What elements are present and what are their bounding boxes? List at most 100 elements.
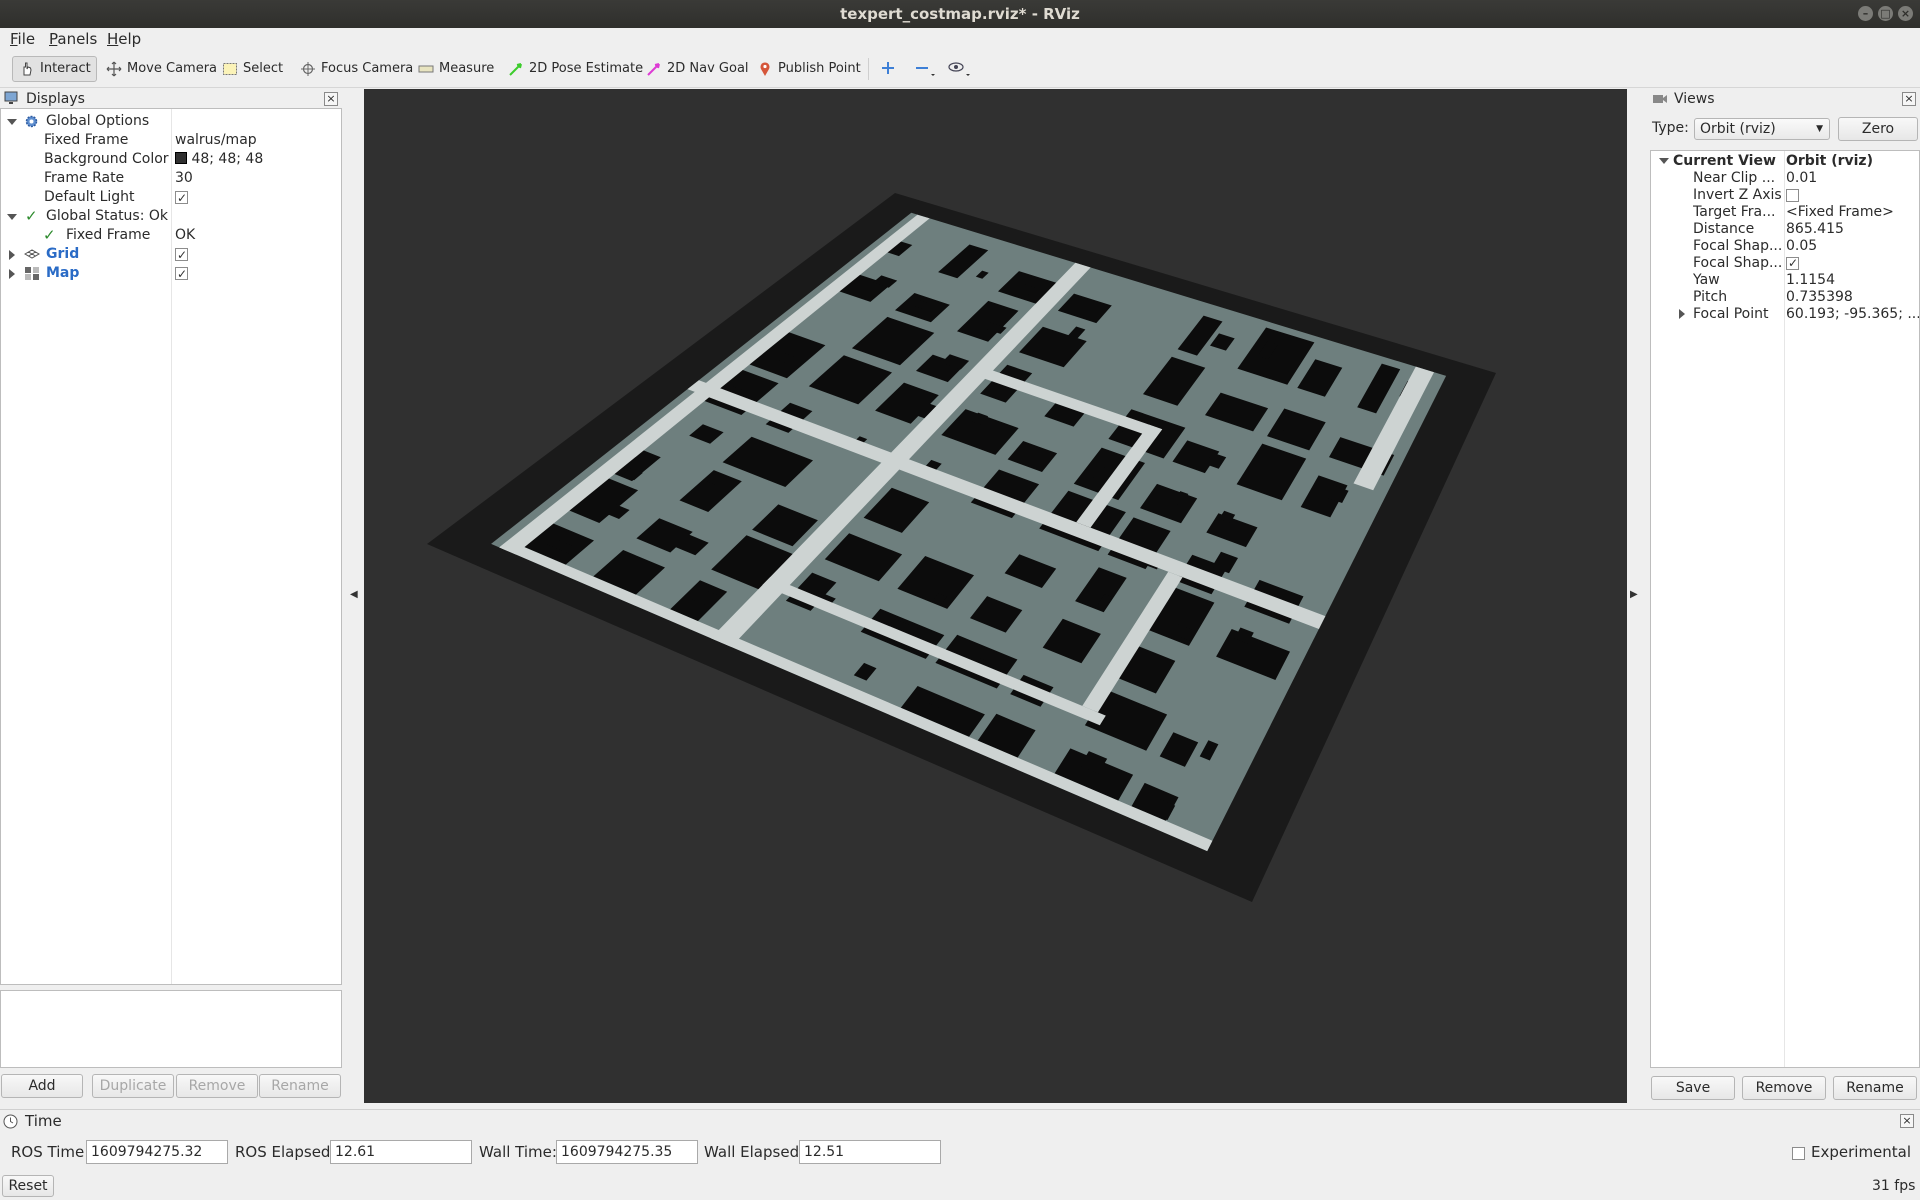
- costmap-render: [427, 193, 1496, 902]
- eye-icon[interactable]: [948, 60, 972, 78]
- tree-value[interactable]: 0.735398: [1786, 289, 1919, 306]
- focus-camera-icon: [300, 61, 316, 77]
- left-splitter-arrow-icon[interactable]: ◀: [350, 589, 358, 600]
- tree-value[interactable]: 60.193; -95.365; ...: [1786, 306, 1919, 323]
- tree-label: Distance: [1693, 221, 1755, 237]
- wall-elapsed-field[interactable]: 12.51: [799, 1140, 941, 1164]
- view-type-select[interactable]: Orbit (rviz) ▼: [1694, 118, 1830, 140]
- tree-value[interactable]: <Fixed Frame>: [1786, 204, 1919, 221]
- minimize-icon[interactable]: –: [1858, 6, 1873, 21]
- collapse-arrow-icon[interactable]: [9, 250, 15, 260]
- menu-help[interactable]: Help: [107, 30, 141, 48]
- ros-time-field[interactable]: 1609794275.32: [86, 1140, 228, 1164]
- tree-label: Focal Shap...: [1693, 255, 1783, 271]
- duplicate-button[interactable]: Duplicate: [92, 1074, 174, 1098]
- experimental-checkbox[interactable]: [1792, 1146, 1805, 1160]
- ros-elapsed-field[interactable]: 12.61: [330, 1140, 472, 1164]
- tree-row-grid[interactable]: Grid: [1, 245, 341, 265]
- tree-row-map[interactable]: Map: [1, 264, 341, 284]
- add-tool-icon[interactable]: [880, 60, 896, 76]
- tree-value[interactable]: 0.05: [1786, 238, 1919, 255]
- display-description-box: [0, 990, 342, 1068]
- tree-row-focal-shape-fixed[interactable]: Focal Shap...: [1651, 255, 1919, 272]
- menu-file[interactable]: File: [10, 30, 35, 48]
- tool-move-camera[interactable]: Move Camera: [100, 56, 223, 82]
- views-close-icon[interactable]: ×: [1902, 92, 1916, 106]
- collapse-arrow-icon[interactable]: [9, 269, 15, 279]
- time-panel-title: Time: [25, 1112, 62, 1130]
- tree-row-current-view[interactable]: Current View Orbit (rviz): [1651, 153, 1919, 170]
- collapse-arrow-icon[interactable]: [1679, 309, 1685, 319]
- add-button[interactable]: Add: [1, 1074, 83, 1098]
- maximize-icon[interactable]: □: [1878, 6, 1893, 21]
- tree-row-global-options[interactable]: Global Options: [1, 112, 341, 131]
- tree-value: Orbit (rviz): [1786, 153, 1873, 169]
- grid-enabled-checkbox[interactable]: [175, 246, 188, 265]
- tool-measure[interactable]: Measure: [412, 56, 500, 82]
- tool-interact[interactable]: Interact: [12, 56, 97, 82]
- tree-value[interactable]: 0.01: [1786, 170, 1919, 187]
- toolbar-separator: [868, 58, 869, 80]
- right-splitter-arrow-icon[interactable]: ▶: [1630, 589, 1638, 600]
- close-icon[interactable]: ×: [1898, 6, 1913, 21]
- tree-row-distance[interactable]: Distance 865.415: [1651, 221, 1919, 238]
- menu-panels[interactable]: Panels: [49, 30, 97, 48]
- reset-button[interactable]: Reset: [2, 1175, 54, 1197]
- check-icon: ✓: [43, 226, 56, 244]
- tool-2d-pose-estimate[interactable]: 2D Pose Estimate: [502, 56, 649, 82]
- expand-arrow-icon[interactable]: [1659, 158, 1669, 164]
- tool-select[interactable]: Select: [216, 56, 289, 82]
- expand-arrow-icon[interactable]: [7, 119, 17, 125]
- rename-display-button[interactable]: Rename: [259, 1074, 341, 1098]
- remove-display-button[interactable]: Remove: [176, 1074, 258, 1098]
- focal-shape-checkbox[interactable]: [1786, 255, 1799, 272]
- time-close-icon[interactable]: ×: [1900, 1114, 1914, 1128]
- zero-button[interactable]: Zero: [1838, 117, 1918, 141]
- hand-pointer-icon: [19, 61, 35, 77]
- tree-row-status-fixed-frame[interactable]: ✓ Fixed Frame OK: [1, 226, 341, 245]
- experimental-label: Experimental: [1811, 1143, 1912, 1161]
- tree-row-frame-rate[interactable]: Frame Rate 30: [1, 169, 341, 188]
- monitor-icon: [4, 91, 18, 105]
- grid-icon: [23, 247, 41, 261]
- displays-close-icon[interactable]: ×: [324, 92, 338, 106]
- tree-value[interactable]: 865.415: [1786, 221, 1919, 238]
- tree-row-fixed-frame[interactable]: Fixed Frame walrus/map: [1, 131, 341, 150]
- tool-2d-nav-goal[interactable]: 2D Nav Goal: [640, 56, 755, 82]
- tree-row-pitch[interactable]: Pitch 0.735398: [1651, 289, 1919, 306]
- tree-label: Invert Z Axis: [1693, 187, 1782, 203]
- wall-time-field[interactable]: 1609794275.35: [556, 1140, 698, 1164]
- save-view-button[interactable]: Save: [1651, 1076, 1735, 1100]
- map-enabled-checkbox[interactable]: [175, 265, 188, 284]
- fixed-frame-value[interactable]: walrus/map: [175, 131, 257, 150]
- color-swatch[interactable]: [175, 152, 187, 164]
- frame-rate-value[interactable]: 30: [175, 169, 193, 188]
- tool-publish-point[interactable]: Publish Point: [751, 56, 867, 82]
- clock-icon: [3, 1114, 18, 1129]
- background-color-value[interactable]: 48; 48; 48: [175, 150, 263, 169]
- default-light-checkbox[interactable]: [175, 189, 188, 208]
- tree-row-global-status[interactable]: ✓ Global Status: Ok: [1, 207, 341, 226]
- tree-value[interactable]: 1.1154: [1786, 272, 1919, 289]
- tree-row-focal-shape-size[interactable]: Focal Shap... 0.05: [1651, 238, 1919, 255]
- tree-label: Fixed Frame: [66, 227, 151, 243]
- tree-row-default-light[interactable]: Default Light: [1, 188, 341, 208]
- tree-row-yaw[interactable]: Yaw 1.1154: [1651, 272, 1919, 289]
- tree-row-background-color[interactable]: Background Color 48; 48; 48: [1, 150, 341, 169]
- remove-view-button[interactable]: Remove: [1742, 1076, 1826, 1100]
- tree-row-focal-point[interactable]: Focal Point 60.193; -95.365; ...: [1651, 306, 1919, 323]
- tree-label: Pitch: [1693, 289, 1728, 305]
- tree-label: Focal Shap...: [1693, 238, 1783, 254]
- tree-row-near-clip[interactable]: Near Clip ... 0.01: [1651, 170, 1919, 187]
- rename-view-button[interactable]: Rename: [1833, 1076, 1917, 1100]
- remove-tool-icon[interactable]: [914, 60, 936, 78]
- tree-row-invert-z[interactable]: Invert Z Axis: [1651, 187, 1919, 204]
- time-panel: Time × ROS Time: 1609794275.32 ROS Elaps…: [0, 1109, 1920, 1200]
- tree-row-target-frame[interactable]: Target Fra... <Fixed Frame>: [1651, 204, 1919, 221]
- tree-label: Global Options: [46, 113, 150, 129]
- render-viewport[interactable]: [364, 89, 1627, 1103]
- tool-focus-camera[interactable]: Focus Camera: [294, 56, 419, 82]
- invert-z-checkbox[interactable]: [1786, 188, 1799, 202]
- wall-time-label: Wall Time:: [479, 1143, 557, 1161]
- expand-arrow-icon[interactable]: [7, 214, 17, 220]
